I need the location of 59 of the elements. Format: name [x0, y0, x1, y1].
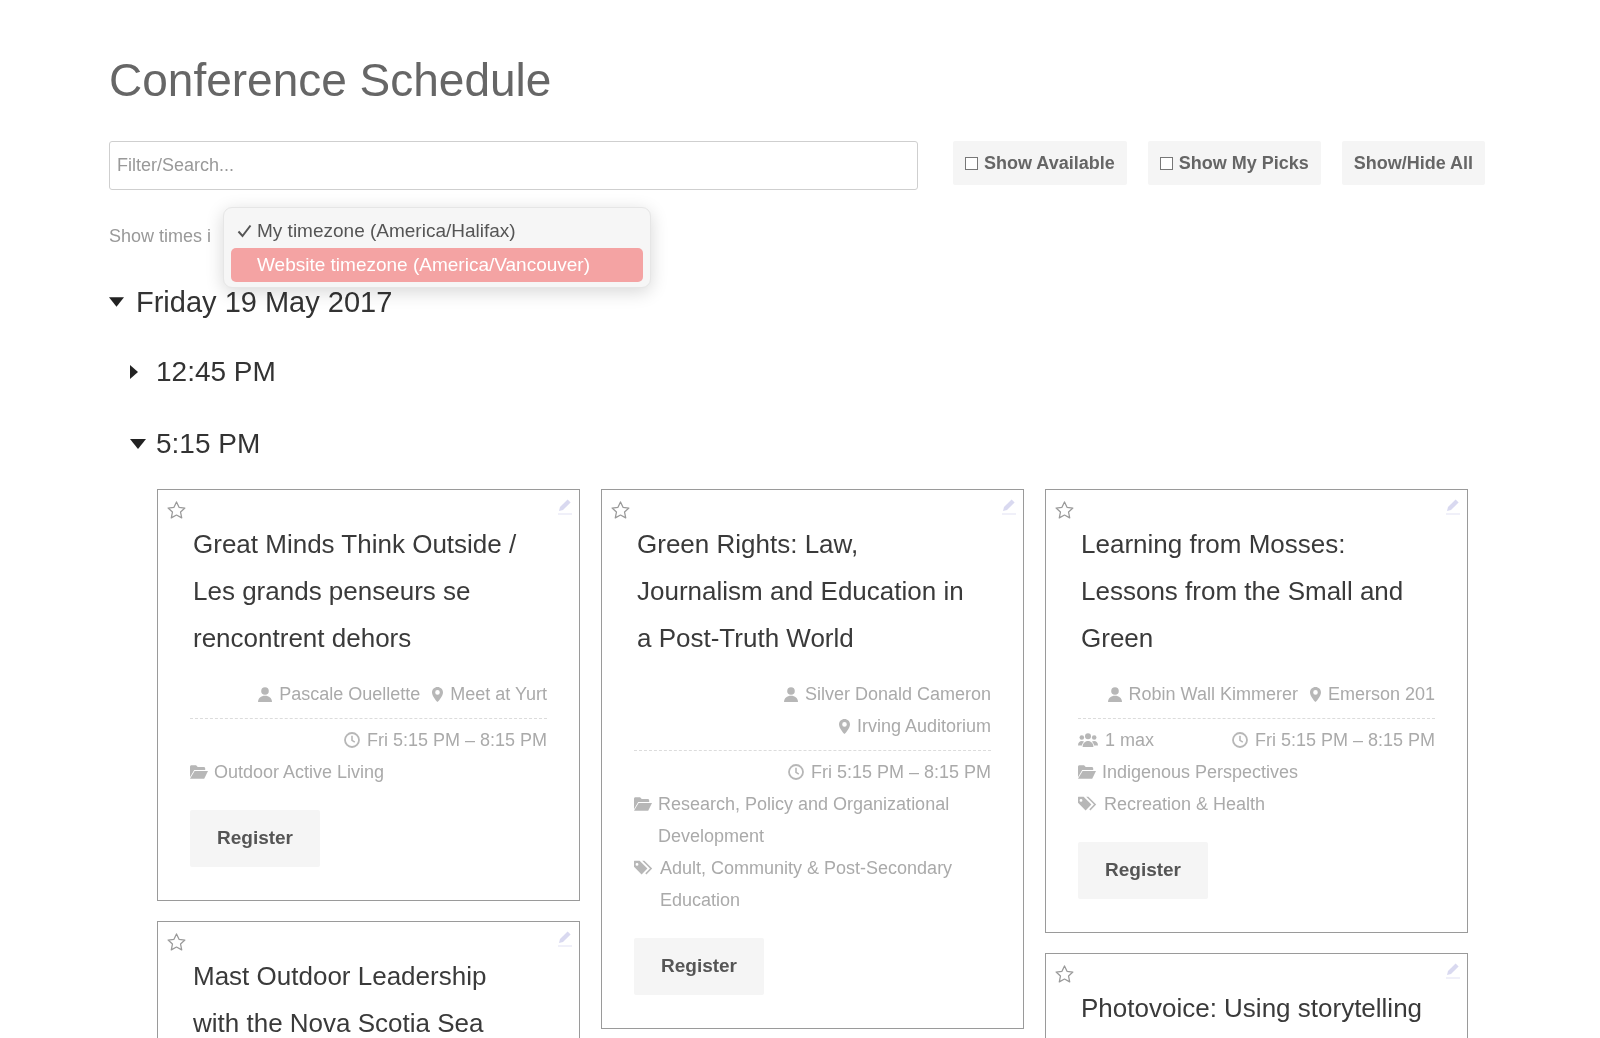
location-text: Irving Auditorium — [856, 715, 991, 738]
location-text: Meet at Yurt — [450, 683, 547, 706]
map-pin-icon — [1309, 686, 1321, 702]
map-pin-icon — [838, 718, 850, 734]
clock-icon — [1231, 732, 1248, 748]
folder-icon — [634, 797, 652, 811]
person-icon — [258, 686, 273, 702]
session-title: Mast Outdoor Leadership with the Nova Scotia Sea — [192, 960, 488, 1038]
session-title: Green Rights: Law, Journalism and Education in a Post-Truth World — [636, 528, 965, 655]
checkbox-icon[interactable] — [1159, 156, 1173, 170]
caret-down-icon[interactable] — [109, 297, 124, 307]
person-icon — [783, 686, 798, 702]
star-icon[interactable] — [167, 501, 186, 519]
search-field[interactable]: Filter/Search... — [109, 141, 918, 190]
person-icon — [1107, 686, 1122, 702]
presenter-name: Robin Wall Kimmerer — [1128, 683, 1298, 706]
menu-option[interactable]: My timezone (America/Halifax) — [231, 214, 643, 248]
time-slot-header[interactable]: 12:45 PM — [130, 357, 276, 387]
clock-icon — [343, 732, 360, 748]
time-text: Fri 5:15 PM – 8:15 PM — [810, 761, 991, 784]
presenter-name: Silver Donald Cameron — [804, 683, 991, 706]
star-icon[interactable] — [611, 501, 630, 519]
category-text: Outdoor Active Living — [214, 761, 385, 784]
star-icon[interactable] — [167, 933, 186, 951]
star-icon[interactable] — [1055, 501, 1074, 519]
category-text: Research, Policy and Organizational Development — [658, 793, 951, 848]
tag-text: Adult, Community & Post-Secondary Education — [660, 857, 954, 912]
time-text: Fri 5:15 PM – 8:15 PM — [1254, 729, 1435, 752]
time-slot-header[interactable]: 5:15 PM — [130, 429, 261, 459]
caret-right-icon[interactable] — [130, 365, 138, 379]
show-hide-button[interactable]: Show/Hide All — [1341, 141, 1486, 185]
tag-text: Recreation & Health — [1104, 793, 1266, 816]
tags-icon — [1078, 796, 1098, 812]
checkbox-icon[interactable] — [965, 156, 978, 170]
people-icon — [1078, 733, 1098, 747]
caret-down-icon[interactable] — [130, 439, 146, 449]
toggle-button[interactable]: Show My Picks — [1147, 141, 1321, 185]
capacity-text: 1 max — [1105, 729, 1155, 752]
folder-icon — [1078, 765, 1096, 779]
location-text: Emerson 201 — [1327, 683, 1435, 706]
day-header[interactable]: Friday 19 May 2017 — [109, 287, 393, 317]
presenter-name: Pascale Ouellette — [279, 683, 421, 706]
map-pin-icon — [432, 686, 444, 702]
time-text: Fri 5:15 PM – 8:15 PM — [366, 729, 547, 752]
checkmark-icon — [237, 224, 252, 238]
tags-icon — [634, 860, 654, 876]
register-button[interactable]: Register — [1078, 842, 1208, 899]
timezone-label: Show times i — [109, 224, 212, 248]
session-title: Photovoice: Using storytelling — [1080, 992, 1424, 1025]
category-text: Indigenous Perspectives — [1102, 761, 1299, 784]
folder-icon — [190, 765, 208, 779]
page-title: Conference Schedule — [109, 53, 552, 108]
session-title: Learning from Mosses: Lessons from the Small and Green — [1080, 528, 1405, 655]
clock-icon — [787, 764, 804, 780]
star-icon[interactable] — [1055, 965, 1074, 983]
register-button[interactable]: Register — [634, 938, 764, 995]
register-button[interactable]: Register — [190, 810, 320, 867]
toggle-button[interactable]: Show Available — [953, 141, 1127, 185]
session-title: Great Minds Think Outside / Les grands penseurs se rencontrent dehors — [192, 528, 518, 655]
